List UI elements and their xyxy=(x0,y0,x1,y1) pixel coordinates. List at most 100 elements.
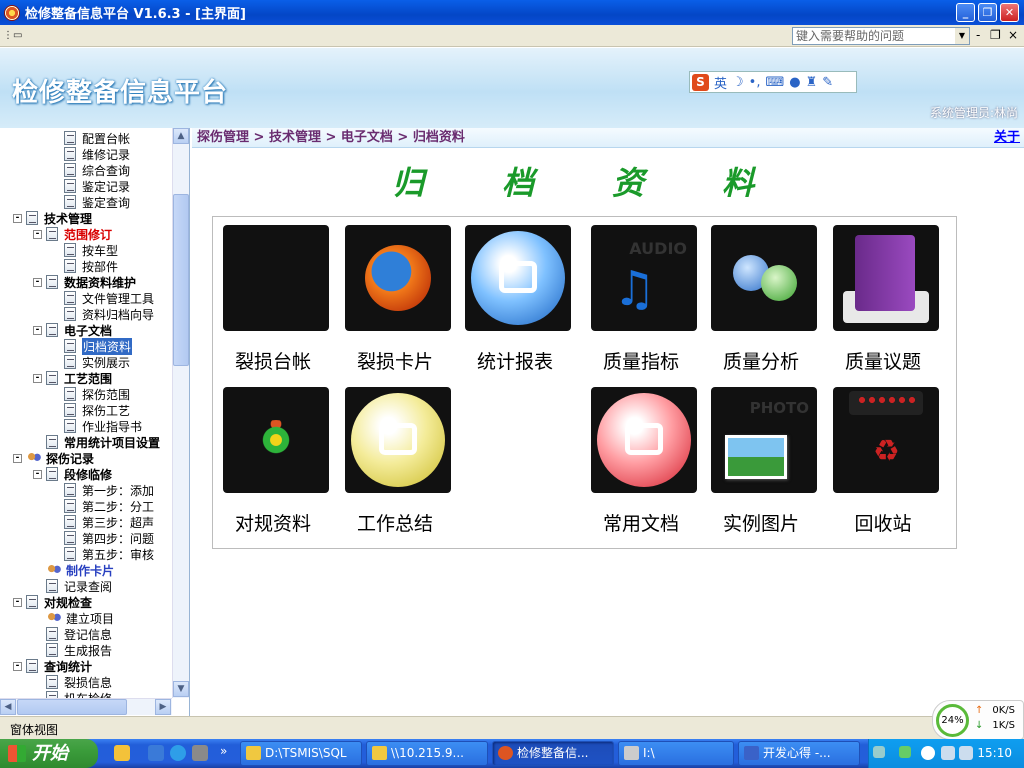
network-monitor[interactable]: 24% ↑ ↓ 0K/S 1K/S xyxy=(932,700,1024,740)
archive-tile-label[interactable]: 质量分析 xyxy=(701,347,821,374)
quicklaunch-desktop-icon[interactable] xyxy=(148,745,164,761)
tree-item[interactable]: 鉴定记录 xyxy=(64,178,130,194)
tree-item[interactable]: 生成报告 xyxy=(46,642,112,658)
tree-item[interactable]: 探伤范围 xyxy=(64,386,130,402)
red-orb-icon[interactable] xyxy=(591,387,697,493)
tree-item[interactable]: 第五步：审核 xyxy=(64,546,154,562)
photo-icon[interactable]: PHOTO xyxy=(711,387,817,493)
tree-item[interactable]: 制作卡片 xyxy=(46,562,114,578)
taskbar-item-sql-folder[interactable]: D:\TSMIS\SQL xyxy=(240,741,362,766)
archive-tile-label[interactable]: 质量指标 xyxy=(581,347,701,374)
window-title-bar[interactable]: 检修整备信息平台 V1.6.3 - [主界面] _ ❐ ✕ xyxy=(0,0,1024,25)
toolbar-grip-icon[interactable]: ⋮▭ xyxy=(3,30,25,42)
tree-item[interactable]: 资料归档向导 xyxy=(64,306,154,322)
quicklaunch-app-icon[interactable] xyxy=(114,745,130,761)
tree-item[interactable]: 按车型 xyxy=(64,242,118,258)
user-icon[interactable]: ● xyxy=(789,75,800,90)
tree-expander-icon[interactable]: - xyxy=(33,469,42,479)
start-button[interactable]: 开始 xyxy=(0,739,98,768)
archive-tile-label[interactable]: 工作总结 xyxy=(335,509,455,536)
firefox-icon[interactable] xyxy=(345,225,451,331)
archive-tile-label[interactable]: 常用文档 xyxy=(581,509,701,536)
archive-tile-label[interactable]: 统计报表 xyxy=(455,347,575,374)
maximize-button[interactable]: ❐ xyxy=(978,3,997,22)
recycle-bin-icon[interactable]: ♻ xyxy=(833,387,939,493)
quicklaunch-ie-icon[interactable] xyxy=(170,745,186,761)
about-link[interactable]: 关于 xyxy=(994,129,1020,147)
archive-tile-label[interactable]: 裂损台帐 xyxy=(213,347,333,374)
tree-item[interactable]: 维修记录 xyxy=(64,146,130,162)
tree-item[interactable]: - 技术管理 xyxy=(13,210,92,226)
mdi-restore-button[interactable]: ❐ xyxy=(990,28,1001,42)
tree-item[interactable]: 建立项目 xyxy=(46,610,114,626)
tree-item[interactable]: 第一步：添加 xyxy=(64,482,154,498)
tree-item[interactable]: 配置台帐 xyxy=(64,130,130,146)
archive-tile-label[interactable]: 实例图片 xyxy=(701,509,821,536)
help-search-input[interactable]: 键入需要帮助的问题 ▼ xyxy=(792,27,970,45)
tree-item[interactable]: - 探伤记录 xyxy=(13,450,94,466)
tree-expander-icon[interactable]: - xyxy=(33,373,42,383)
moon-icon[interactable]: ☽ xyxy=(732,75,744,90)
ime-toolbar[interactable]: S 英 ☽ •, ⌨ ● ♜ ✎ xyxy=(689,71,857,93)
scroll-down-icon[interactable]: ▼ xyxy=(173,681,189,697)
tree-item[interactable]: - 对规检查 xyxy=(13,594,92,610)
tree-item[interactable]: 文件管理工具 xyxy=(64,290,154,306)
tree-item[interactable]: 记录查阅 xyxy=(46,578,112,594)
tree-item[interactable]: 第三步：超声 xyxy=(64,514,154,530)
archive-tile-label[interactable]: 质量议题 xyxy=(823,347,943,374)
tree-item[interactable]: 第四步：问题 xyxy=(64,530,154,546)
close-button[interactable]: ✕ xyxy=(1000,3,1019,22)
tray-display-icon[interactable] xyxy=(941,746,955,760)
tree-expander-icon[interactable]: - xyxy=(13,453,22,463)
scroll-up-icon[interactable]: ▲ xyxy=(173,128,189,144)
keyboard-icon[interactable]: ⌨ xyxy=(765,75,784,90)
tree-item[interactable]: 作业指导书 xyxy=(64,418,142,434)
scroll-left-icon[interactable]: ◀ xyxy=(0,699,16,715)
taskbar-item-word[interactable]: 开发心得 -... xyxy=(738,741,860,766)
tray-network-icon[interactable] xyxy=(873,746,885,758)
mdi-minimize-button[interactable]: - xyxy=(976,28,980,42)
tree-item[interactable]: 综合查询 xyxy=(64,162,130,178)
tree-item[interactable]: 探伤工艺 xyxy=(64,402,130,418)
tree-expander-icon[interactable]: - xyxy=(33,277,42,287)
tree-vertical-scrollbar[interactable]: ▲ ▼ xyxy=(172,128,189,698)
taskbar-item-app[interactable]: 检修整备信... xyxy=(492,741,614,766)
yellow-orb-icon[interactable] xyxy=(345,387,451,493)
mailbox-icon[interactable] xyxy=(223,225,329,331)
tree-item[interactable]: 登记信息 xyxy=(46,626,112,642)
tree-item[interactable]: 第二步：分工 xyxy=(64,498,154,514)
flower-icon[interactable] xyxy=(223,387,329,493)
chevron-down-icon[interactable]: ▼ xyxy=(955,28,969,44)
tree-item[interactable]: 常用统计项目设置 xyxy=(46,434,160,450)
punctuation-icon[interactable]: •, xyxy=(749,75,761,90)
tree-item[interactable]: - 数据资料维护 xyxy=(33,274,136,290)
quicklaunch-toolbox-icon[interactable] xyxy=(192,745,208,761)
scroll-thumb[interactable] xyxy=(173,194,189,366)
archive-tile-label[interactable]: 裂损卡片 xyxy=(335,347,455,374)
tree-item[interactable]: - 查询统计 xyxy=(13,658,92,674)
quicklaunch-more-icon[interactable]: » xyxy=(220,744,227,758)
taskbar-item-network-folder[interactable]: \\10.215.9... xyxy=(366,741,488,766)
tree-horizontal-scrollbar[interactable]: ◀ ▶ xyxy=(0,698,172,715)
sogou-icon[interactable]: S xyxy=(692,73,709,91)
ime-mode[interactable]: 英 xyxy=(714,73,727,92)
taskbar-item-drive[interactable]: I:\ xyxy=(618,741,734,766)
tree-expander-icon[interactable]: - xyxy=(13,213,22,223)
tree-expander-icon[interactable]: - xyxy=(13,597,22,607)
book-icon[interactable] xyxy=(833,225,939,331)
tree-item[interactable]: 实例展示 xyxy=(64,354,130,370)
hscroll-thumb[interactable] xyxy=(17,699,127,715)
tree-item[interactable]: 裂损信息 xyxy=(46,674,112,690)
app-icon[interactable] xyxy=(4,4,20,21)
tree-item[interactable]: 归档资料 xyxy=(64,337,133,355)
blue-orb-icon[interactable] xyxy=(465,225,571,331)
tree-item[interactable]: 按部件 xyxy=(64,258,118,274)
tree-item[interactable]: - 工艺范围 xyxy=(33,370,112,386)
people-icon[interactable] xyxy=(711,225,817,331)
tree-expander-icon[interactable]: - xyxy=(13,661,22,671)
audio-icon[interactable]: AUDIO ♫ xyxy=(591,225,697,331)
tree-expander-icon[interactable]: - xyxy=(33,229,42,239)
tray-monitor-icon[interactable] xyxy=(959,746,973,760)
tree-item[interactable]: - 段修临修 xyxy=(33,466,112,482)
tree-item[interactable]: 鉴定查询 xyxy=(64,194,130,210)
